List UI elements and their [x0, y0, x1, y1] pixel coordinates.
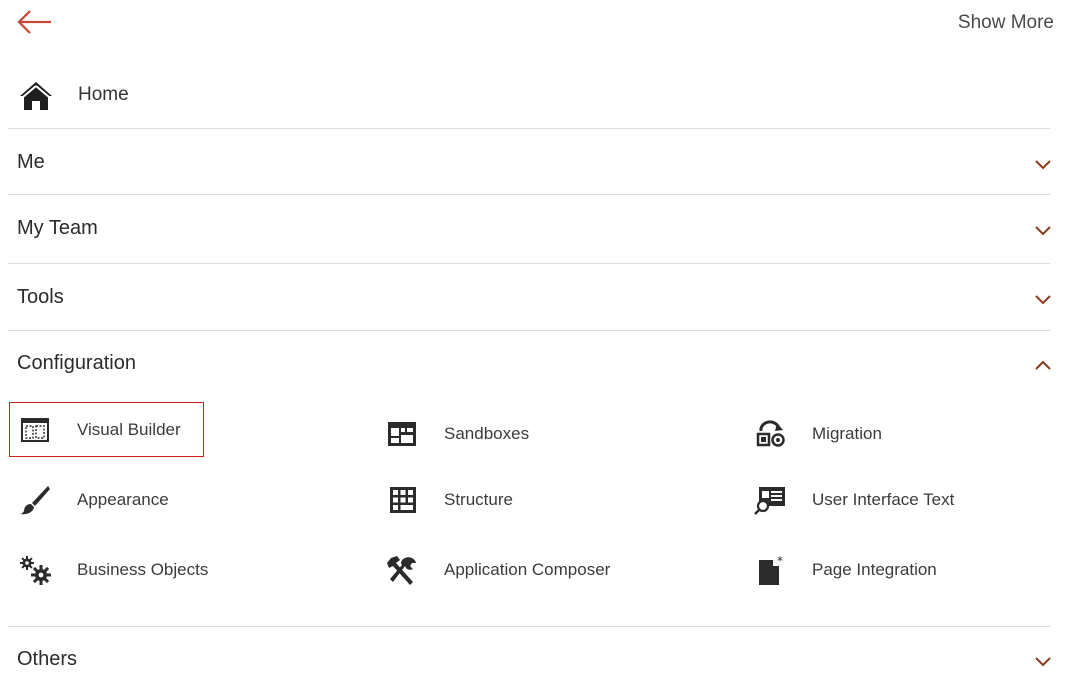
divider [8, 194, 1050, 195]
page-integration-icon: * [759, 554, 783, 585]
home-item[interactable]: Home [0, 70, 1067, 122]
config-item-label: Business Objects [77, 560, 209, 579]
divider [8, 330, 1050, 331]
divider [8, 626, 1050, 627]
config-item-label: User Interface Text [812, 490, 955, 509]
config-item-visual-builder[interactable]: Visual Builder [9, 402, 204, 457]
home-label: Home [78, 84, 129, 105]
config-item-label: Application Composer [444, 560, 611, 579]
config-item-page-integration[interactable]: * Page Integration [745, 550, 1045, 588]
config-item-application-composer[interactable]: Application Composer [377, 550, 677, 588]
section-configuration[interactable]: Configuration [0, 342, 1067, 388]
section-me[interactable]: Me [0, 141, 1067, 187]
sandboxes-icon [388, 422, 416, 446]
config-item-migration[interactable]: Migration [745, 414, 1045, 452]
config-item-appearance[interactable]: Appearance [10, 480, 310, 518]
config-item-label: Visual Builder [77, 420, 181, 439]
arrow-left-icon [17, 10, 51, 34]
chevron-down-icon [1035, 160, 1051, 170]
chevron-down-icon [1035, 657, 1051, 667]
tools-icon [387, 556, 416, 585]
config-item-user-interface-text[interactable]: User Interface Text [745, 480, 1045, 518]
home-icon [20, 82, 52, 110]
section-label: Configuration [17, 352, 136, 374]
config-item-label: Migration [812, 424, 882, 443]
ui-text-search-icon [754, 487, 785, 515]
visual-builder-icon [21, 418, 49, 442]
config-item-label: Page Integration [812, 560, 937, 579]
chevron-down-icon [1035, 295, 1051, 305]
divider [8, 128, 1050, 129]
gears-icon [20, 556, 51, 585]
top-bar: Show More [0, 0, 1067, 48]
divider [8, 263, 1050, 264]
chevron-up-icon [1035, 360, 1051, 370]
config-item-sandboxes[interactable]: Sandboxes [377, 414, 677, 452]
configuration-items: Visual Builder Sandboxes Migration Appea… [0, 398, 1067, 598]
paintbrush-icon [20, 486, 50, 515]
config-item-label: Sandboxes [444, 424, 530, 443]
structure-grid-icon [390, 487, 416, 513]
section-label: Others [17, 648, 78, 670]
config-item-label: Appearance [77, 490, 169, 509]
config-item-label: Structure [444, 490, 513, 509]
show-more-link[interactable]: Show More [958, 12, 1054, 34]
config-item-business-objects[interactable]: Business Objects [10, 550, 310, 588]
svg-text:*: * [777, 554, 783, 568]
section-tools[interactable]: Tools [0, 276, 1067, 322]
config-item-structure[interactable]: Structure [377, 480, 677, 518]
section-my-team[interactable]: My Team [0, 207, 1067, 253]
section-label: Me [17, 151, 45, 173]
migration-icon [756, 420, 785, 447]
section-others[interactable]: Others [0, 638, 1067, 684]
section-label: Tools [17, 286, 64, 308]
back-button[interactable] [16, 8, 54, 36]
chevron-down-icon [1035, 226, 1051, 236]
section-label: My Team [17, 217, 98, 239]
